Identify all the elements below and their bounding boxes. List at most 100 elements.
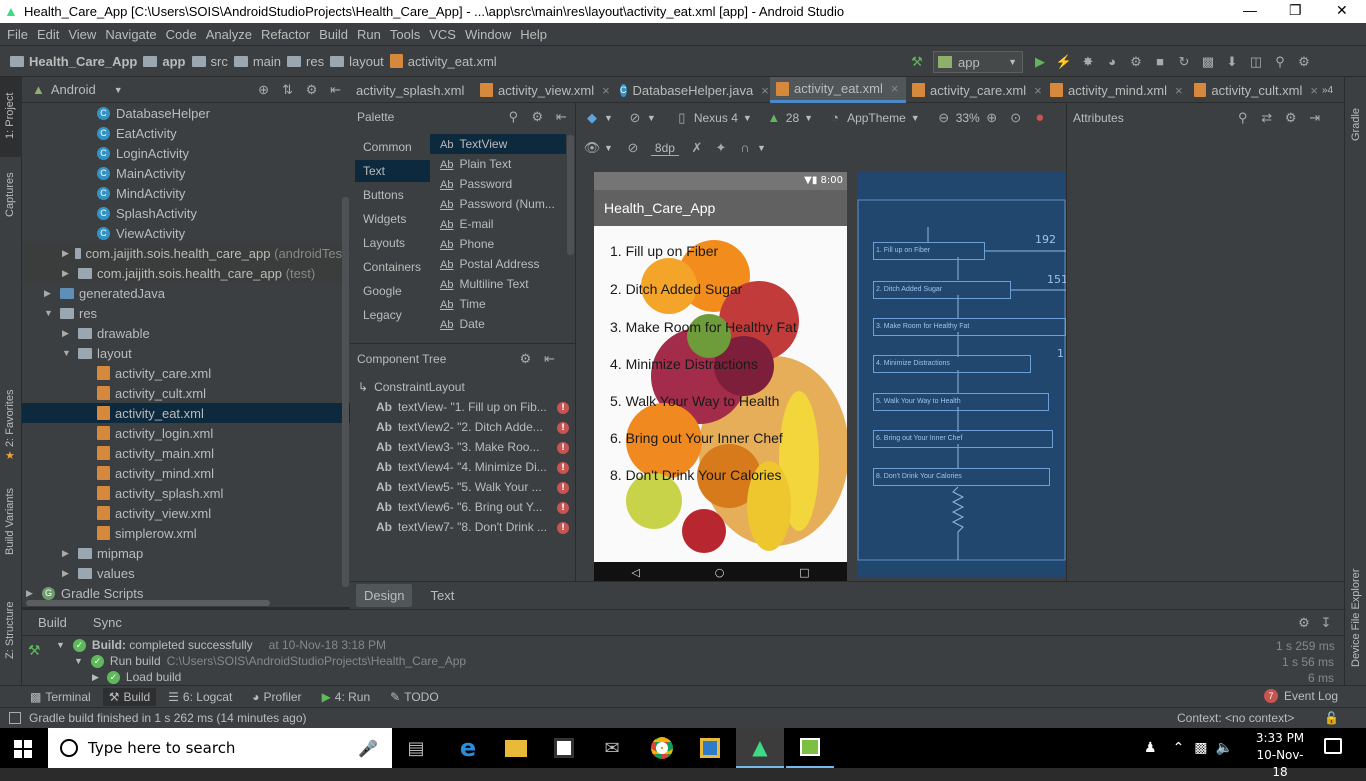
- tree-item-viewactivity[interactable]: C ViewActivity: [22, 223, 350, 243]
- tree-item-generatedjava[interactable]: ▶ generatedJava: [22, 283, 350, 303]
- logcat-button[interactable]: ☰ 6: Logcat: [168, 690, 232, 704]
- tree-item-activity-eat[interactable]: activity_eat.xml: [22, 403, 350, 423]
- error-icon[interactable]: !: [557, 482, 569, 494]
- device-file-explorer-tab[interactable]: Device File Explorer: [1350, 569, 1362, 667]
- menu-view[interactable]: View: [68, 27, 96, 42]
- sync-icon[interactable]: ↻: [1175, 53, 1193, 71]
- tab-overflow[interactable]: »4: [1316, 77, 1344, 103]
- store-icon[interactable]: [540, 728, 588, 768]
- apply-changes-icon[interactable]: ⚡: [1055, 53, 1073, 71]
- event-log-button[interactable]: 7 Event Log: [1264, 689, 1338, 703]
- error-icon[interactable]: !: [557, 402, 569, 414]
- tree-item-activity-view[interactable]: activity_view.xml: [22, 503, 350, 523]
- error-icon[interactable]: !: [557, 442, 569, 454]
- palette-item-email[interactable]: Ab E-mail: [430, 214, 566, 234]
- project-tool-tab[interactable]: 1: Project: [4, 93, 16, 139]
- tree-item-activity-login[interactable]: activity_login.xml: [22, 423, 350, 443]
- settings-icon[interactable]: ⚙: [528, 108, 546, 126]
- design-surface-icon[interactable]: ◆: [583, 109, 601, 127]
- palette-cat-layouts[interactable]: Layouts: [355, 232, 430, 254]
- clear-constraints-icon[interactable]: ✗: [688, 139, 706, 157]
- chevron-down-icon[interactable]: ▼: [604, 143, 613, 153]
- horizontal-scrollbar[interactable]: [26, 600, 270, 606]
- palette-item-password-num[interactable]: Ab Password (Num...: [430, 194, 566, 214]
- build-button[interactable]: ⚒ Build: [102, 687, 157, 706]
- tab-activity-eat[interactable]: activity_eat.xml ×: [770, 77, 906, 103]
- close-button[interactable]: ✕: [1336, 2, 1348, 19]
- android-studio-taskbar-icon[interactable]: ▲: [736, 728, 784, 768]
- tree-item-simplerow[interactable]: simplerow.xml: [22, 523, 350, 543]
- error-icon[interactable]: !: [557, 502, 569, 514]
- close-tab-icon[interactable]: ×: [891, 81, 899, 96]
- phone-text-7[interactable]: 8. Don't Drink Your Calories: [610, 467, 782, 483]
- chevron-down-icon[interactable]: ▼: [743, 113, 752, 123]
- tree-item-activity-splash[interactable]: activity_splash.xml: [22, 483, 350, 503]
- palette-item-password[interactable]: Ab Password: [430, 174, 566, 194]
- hide-panel-icon[interactable]: ⇤: [327, 81, 345, 99]
- tree-item-drawable[interactable]: ▶ drawable: [22, 323, 350, 343]
- search-icon[interactable]: ⚲: [1271, 53, 1289, 71]
- blueprint-view[interactable]: 1. Fill up on Fiber 2. Ditch Added Sugar…: [857, 172, 1066, 578]
- tree-textview-6[interactable]: Ab textView6- "6. Bring out Y...: [376, 497, 542, 517]
- api-level-select[interactable]: 28: [786, 111, 799, 125]
- palette-cat-widgets[interactable]: Widgets: [355, 208, 430, 230]
- gradle-tool-tab[interactable]: Gradle: [1350, 108, 1362, 141]
- menu-run[interactable]: Run: [357, 27, 381, 42]
- tab-activity-mind[interactable]: activity_mind.xml ×: [1044, 77, 1188, 103]
- hammer-icon[interactable]: ⚒: [908, 53, 926, 71]
- tab-activity-splash[interactable]: activity_splash.xml×: [350, 77, 468, 103]
- blueprint-textview-3[interactable]: 3. Make Room for Healthy Fat: [873, 318, 1066, 336]
- hide-panel-icon[interactable]: ⇤: [552, 108, 570, 126]
- microphone-icon[interactable]: 🎤: [358, 739, 378, 758]
- blueprint-textview-5[interactable]: 5. Walk Your Way to Health: [873, 393, 1049, 411]
- blueprint-textview-7[interactable]: 8. Don't Drink Your Calories: [873, 468, 1050, 486]
- infer-constraints-icon[interactable]: ✦: [712, 139, 730, 157]
- notes-app-icon[interactable]: [786, 728, 834, 768]
- palette-item-date[interactable]: Ab Date: [430, 314, 566, 334]
- chevron-down-icon[interactable]: ▼: [604, 113, 613, 123]
- menu-help[interactable]: Help: [520, 27, 547, 42]
- menu-build[interactable]: Build: [319, 27, 348, 42]
- tab-databasehelper[interactable]: C DatabaseHelper.java ×: [614, 77, 768, 103]
- tree-item-activity-mind[interactable]: activity_mind.xml: [22, 463, 350, 483]
- tree-textview-1[interactable]: Ab textView- "1. Fill up on Fib...: [376, 397, 547, 417]
- volume-icon[interactable]: 🔈: [1216, 740, 1233, 756]
- phone-text-2[interactable]: 2. Ditch Added Sugar: [610, 281, 742, 297]
- debug-icon[interactable]: ✸: [1079, 53, 1097, 71]
- status-toggle-icon[interactable]: [9, 712, 21, 724]
- theme-icon[interactable]: ◔: [826, 109, 844, 127]
- hide-panel-icon[interactable]: ⇤: [540, 350, 558, 368]
- sync-scroll-icon[interactable]: ⊕: [255, 81, 273, 99]
- tree-textview-3[interactable]: Ab textView3- "3. Make Roo...: [376, 437, 539, 457]
- tree-item-layout[interactable]: ▼ layout: [22, 343, 350, 363]
- menu-window[interactable]: Window: [465, 27, 511, 42]
- maximize-button[interactable]: ❐: [1289, 2, 1302, 19]
- tree-item-res[interactable]: ▼ res: [22, 303, 350, 323]
- breadcrumb-file[interactable]: activity_eat.xml: [389, 54, 497, 69]
- tree-item-activity-main[interactable]: activity_main.xml: [22, 443, 350, 463]
- breadcrumb-src[interactable]: src: [191, 54, 228, 69]
- mail-icon[interactable]: ✉: [588, 728, 636, 768]
- tree-item-activity-cult[interactable]: activity_cult.xml: [22, 383, 350, 403]
- captures-tool-tab[interactable]: Captures: [4, 172, 16, 217]
- close-tab-icon[interactable]: ×: [761, 83, 768, 98]
- collapse-all-icon[interactable]: ⇅: [279, 81, 297, 99]
- attach-debugger-icon[interactable]: ⚙: [1127, 53, 1145, 71]
- zoom-out-icon[interactable]: ⊖: [935, 109, 953, 127]
- chevron-down-icon[interactable]: ▼: [804, 113, 813, 123]
- vertical-scrollbar[interactable]: [342, 197, 349, 587]
- palette-cat-buttons[interactable]: Buttons: [355, 184, 430, 206]
- close-tab-icon[interactable]: ×: [1034, 83, 1042, 98]
- todo-button[interactable]: ✎ TODO: [390, 690, 439, 704]
- search-icon[interactable]: ⚲: [1234, 109, 1252, 127]
- breadcrumb-project[interactable]: Health_Care_App: [10, 54, 137, 69]
- orientation-icon[interactable]: ⊘: [626, 109, 644, 127]
- autoconnect-icon[interactable]: ⊘: [624, 139, 642, 157]
- tree-item-test-pkg[interactable]: ▶ com.jaijith.sois.health_care_app (test): [22, 263, 350, 283]
- search-icon[interactable]: ⚲: [504, 108, 522, 126]
- breadcrumb-layout[interactable]: layout: [330, 54, 384, 69]
- breadcrumb-res[interactable]: res: [287, 54, 324, 69]
- build-tab[interactable]: Build: [38, 615, 67, 630]
- terminal-button[interactable]: ▩ Terminal: [30, 690, 91, 704]
- phone-text-1[interactable]: 1. Fill up on Fiber: [610, 243, 718, 259]
